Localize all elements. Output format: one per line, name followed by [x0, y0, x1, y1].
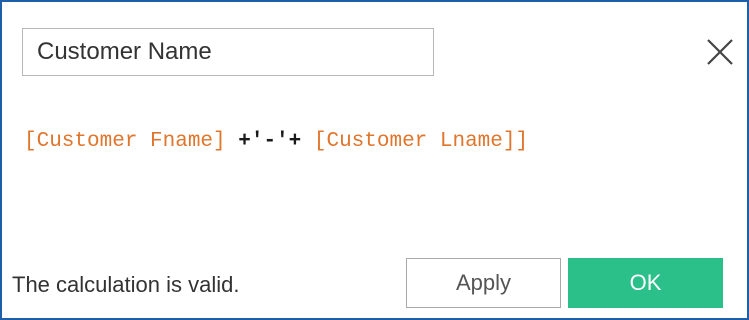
close-button[interactable] — [700, 32, 740, 72]
formula-field-reference: [Customer Fname] — [24, 130, 226, 153]
calculation-dialog: [Customer Fname] +'-'+ [Customer Lname]]… — [0, 0, 749, 320]
formula-operator: +'-'+ — [225, 130, 314, 153]
calculation-name-input[interactable] — [22, 28, 434, 76]
formula-editor[interactable]: [Customer Fname] +'-'+ [Customer Lname]] — [24, 130, 528, 153]
formula-bracket: ] — [515, 130, 529, 153]
formula-field-reference: [Customer Lname] — [313, 130, 516, 153]
close-icon — [707, 39, 733, 65]
apply-button[interactable]: Apply — [406, 258, 561, 308]
validation-status: The calculation is valid. — [12, 272, 240, 297]
ok-button[interactable]: OK — [568, 258, 723, 308]
